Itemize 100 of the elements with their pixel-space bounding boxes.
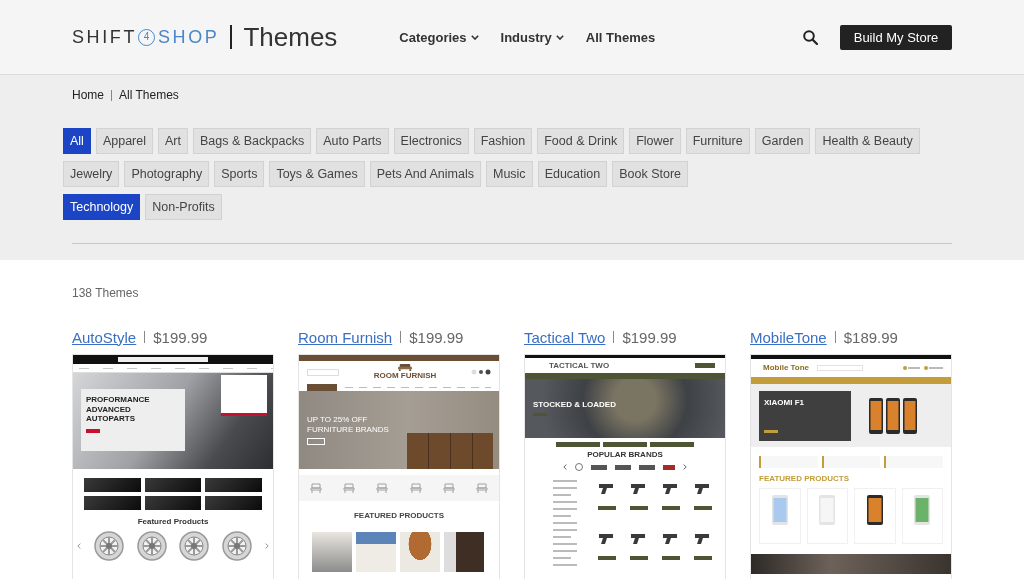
furniture-icon: [476, 483, 489, 493]
page-title: Themes: [243, 24, 338, 50]
filter-chip[interactable]: Photography: [124, 161, 210, 187]
add-to-cart-button: [597, 556, 616, 560]
theme-price: $199.99: [622, 328, 677, 346]
filter-chip[interactable]: Pets And Animals: [369, 161, 481, 187]
filter-chip[interactable]: Food & Drink: [537, 128, 625, 154]
brand-logo: [591, 464, 607, 470]
filter-chip[interactable]: Book Store: [612, 161, 689, 187]
logo[interactable]: SHIFT 4 SHOP: [72, 28, 220, 46]
filter-chip[interactable]: Music: [485, 161, 533, 187]
nav-link[interactable]: All Themes: [585, 29, 656, 45]
theme-name-link[interactable]: Room Furnish: [298, 328, 393, 346]
filter-chip[interactable]: Sports: [214, 161, 265, 187]
add-to-cart-button: [629, 556, 648, 560]
breadcrumb-current: All Themes: [119, 88, 179, 102]
phone-drawing: [869, 397, 883, 434]
filter-chip[interactable]: Apparel: [95, 128, 153, 154]
category-tile: [84, 496, 141, 510]
filter-chip[interactable]: Art: [158, 128, 188, 154]
category-tile: [144, 478, 202, 492]
wheel-icon: [136, 531, 167, 561]
add-to-cart-button: [694, 506, 713, 510]
shop-button: [764, 429, 778, 433]
nav-link[interactable]: Industry: [500, 29, 564, 45]
nav-link[interactable]: Categories: [399, 29, 479, 45]
chevron-left-icon: [77, 543, 81, 549]
theme-price: $199.99: [409, 328, 464, 346]
furniture-icon: [442, 483, 455, 493]
filter-chip[interactable]: Bags & Backpacks: [193, 128, 312, 154]
filter-chip[interactable]: Toys & Games: [269, 161, 365, 187]
theme-preview[interactable]: Mobile Tone XIAOMI F1 FEATURED PRODUCTS: [750, 354, 952, 579]
theme-preview[interactable]: ROOM FURNISH UP TO 25% OFF FURNITURE BRANDS FEATURED PRODUCTS: [298, 354, 500, 579]
chevron-left-icon: [563, 464, 567, 470]
add-to-cart-button: [662, 506, 681, 510]
section-title: FEATURED PRODUCTS: [353, 512, 445, 520]
hero-headline: STOCKED & LOADED: [533, 401, 616, 409]
filter-chip[interactable]: Flower: [629, 128, 681, 154]
theme-name-link[interactable]: AutoStyle: [72, 328, 137, 346]
category-tile: [205, 496, 262, 510]
filter-chip[interactable]: Furniture: [685, 128, 750, 154]
filter-chip[interactable]: Non-Profits: [145, 194, 222, 220]
wheel-icon: [93, 531, 124, 561]
feature-box: [884, 456, 943, 468]
store-logo: ROOM FURNISH: [373, 372, 437, 380]
filter-chip[interactable]: Technology: [63, 194, 141, 220]
add-to-cart-button: [597, 506, 616, 510]
wheel-icon: [179, 531, 210, 561]
filter-chip[interactable]: Auto Parts: [316, 128, 389, 154]
search-icon[interactable]: [803, 29, 818, 45]
lamp-photo-placeholder: [356, 532, 396, 572]
search-field: [307, 368, 339, 376]
store-logo: Mobile Tone: [763, 364, 810, 372]
phone-drawing: [914, 495, 931, 525]
furniture-icon: [409, 483, 422, 493]
feature-box: [821, 456, 881, 468]
account-icons-drawing: [471, 369, 491, 375]
filter-chip[interactable]: Jewelry: [63, 161, 120, 187]
hero-headline: XIAOMI F1: [764, 398, 804, 407]
brand-logo: [663, 464, 675, 470]
shop-button: [86, 428, 100, 433]
search-field: [817, 365, 864, 371]
theme-preview[interactable]: TACTICAL TWO STOCKED & LOADED POPULAR BRANDS: [524, 354, 726, 579]
filter-chip[interactable]: Education: [537, 161, 608, 187]
chevron-right-icon: [265, 543, 269, 549]
theme-preview[interactable]: PROFORMANCE ADVANCED AUTOPARTS Featured Products: [72, 354, 274, 579]
category-menu-button: [307, 383, 337, 391]
store-logo: TACTICAL TWO: [549, 361, 610, 370]
cart-button: [695, 363, 715, 368]
theme-name-link[interactable]: Tactical Two: [524, 328, 606, 346]
category-tile: [144, 496, 202, 510]
add-to-cart-button: [662, 556, 681, 560]
filter-chip[interactable]: Health & Beauty: [815, 128, 920, 154]
phone-drawing: [771, 495, 788, 525]
results-count: 138 Themes: [72, 286, 139, 300]
add-to-cart-button: [629, 506, 648, 510]
category-button: [650, 442, 694, 447]
cart-dropdown: [221, 375, 267, 416]
furniture-icon: [309, 483, 322, 493]
hero-button: [533, 413, 547, 416]
hero-headline: UP TO 25% OFF FURNITURE BRANDS: [307, 414, 390, 435]
add-to-cart-button: [694, 556, 713, 560]
shelf-photo-placeholder: [444, 532, 484, 572]
category-tile: [205, 478, 262, 492]
section-title: Featured Products: [137, 518, 209, 526]
filter-chip[interactable]: Fashion: [473, 128, 533, 154]
filter-chip[interactable]: Electronics: [393, 128, 469, 154]
phone-drawing: [866, 495, 883, 525]
build-store-button[interactable]: Build My Store: [840, 24, 952, 50]
filter-chip[interactable]: All: [63, 128, 91, 154]
theme-name-link[interactable]: MobileTone: [750, 328, 827, 346]
filter-chip[interactable]: Garden: [754, 128, 811, 154]
theme-price: $189.99: [843, 328, 898, 346]
category-button: [603, 442, 647, 447]
brand-logo: [575, 463, 583, 471]
wheel-icon: [222, 531, 253, 561]
theme-price: $199.99: [153, 328, 208, 346]
phone-drawing: [886, 397, 900, 434]
brand-logo: [639, 464, 655, 470]
breadcrumb-link[interactable]: Home: [72, 88, 104, 102]
